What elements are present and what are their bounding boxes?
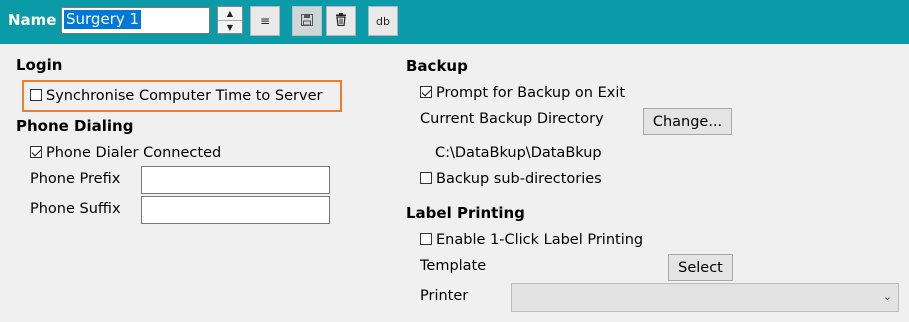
prompt-backup-checkbox-box[interactable] xyxy=(420,86,432,98)
phone-suffix-label: Phone Suffix xyxy=(30,201,121,217)
db-label: db xyxy=(376,14,390,28)
phone-dialing-heading: Phone Dialing xyxy=(16,117,134,135)
spinner-up-icon[interactable]: ▲ xyxy=(218,7,242,20)
db-button[interactable]: db xyxy=(368,6,398,36)
enable-label-printing-checkbox-box[interactable] xyxy=(420,233,432,245)
align-left-icon: ≡ xyxy=(259,14,271,28)
login-heading: Login xyxy=(16,56,63,74)
save-icon xyxy=(301,13,313,29)
sync-time-checkbox-box[interactable] xyxy=(30,89,42,101)
template-label: Template xyxy=(420,258,487,274)
backup-heading: Backup xyxy=(406,57,468,75)
name-label: Name xyxy=(8,11,57,29)
prompt-backup-label: Prompt for Backup on Exit xyxy=(436,85,626,101)
trash-icon xyxy=(335,13,347,29)
phone-prefix-label: Phone Prefix xyxy=(30,171,121,187)
printer-label: Printer xyxy=(420,288,469,304)
chevron-down-icon: ⌄ xyxy=(882,290,892,303)
sync-time-label: Synchronise Computer Time to Server xyxy=(46,88,323,104)
backup-subdirs-checkbox-box[interactable] xyxy=(420,172,432,184)
backup-subdirs-label: Backup sub-directories xyxy=(436,171,602,187)
template-select-button[interactable]: Select xyxy=(668,254,733,281)
enable-label-printing-label: Enable 1-Click Label Printing xyxy=(436,232,644,248)
spinner-down-icon[interactable]: ▼ xyxy=(218,20,242,33)
backup-dir-label: Current Backup Directory xyxy=(420,111,604,127)
name-input[interactable]: Surgery 1 xyxy=(61,7,210,34)
phone-suffix-field[interactable] xyxy=(141,196,330,224)
phone-prefix-field[interactable] xyxy=(141,166,330,194)
name-input-selected-text: Surgery 1 xyxy=(64,10,142,29)
delete-button[interactable] xyxy=(326,6,356,36)
align-button[interactable]: ≡ xyxy=(250,6,280,36)
phone-dialer-label: Phone Dialer Connected xyxy=(46,145,222,161)
backup-subdirs-checkbox[interactable]: Backup sub-directories xyxy=(420,171,602,187)
phone-dialer-checkbox-box[interactable] xyxy=(30,146,42,158)
label-printing-heading: Label Printing xyxy=(406,204,525,222)
name-spinner[interactable]: ▲ ▼ xyxy=(217,6,243,34)
backup-dir-value: C:\DataBkup\DataBkup xyxy=(435,145,602,161)
prompt-backup-checkbox[interactable]: Prompt for Backup on Exit xyxy=(420,85,625,101)
sync-time-checkbox[interactable]: Synchronise Computer Time to Server xyxy=(30,88,322,104)
printer-select[interactable]: ⌄ xyxy=(511,283,899,312)
save-button[interactable] xyxy=(292,6,322,36)
enable-label-printing-checkbox[interactable]: Enable 1-Click Label Printing xyxy=(420,232,643,248)
phone-dialer-checkbox[interactable]: Phone Dialer Connected xyxy=(30,145,221,161)
header-bar: Name Surgery 1 ▲ ▼ ≡ db xyxy=(0,0,909,44)
change-dir-button[interactable]: Change... xyxy=(643,108,732,135)
